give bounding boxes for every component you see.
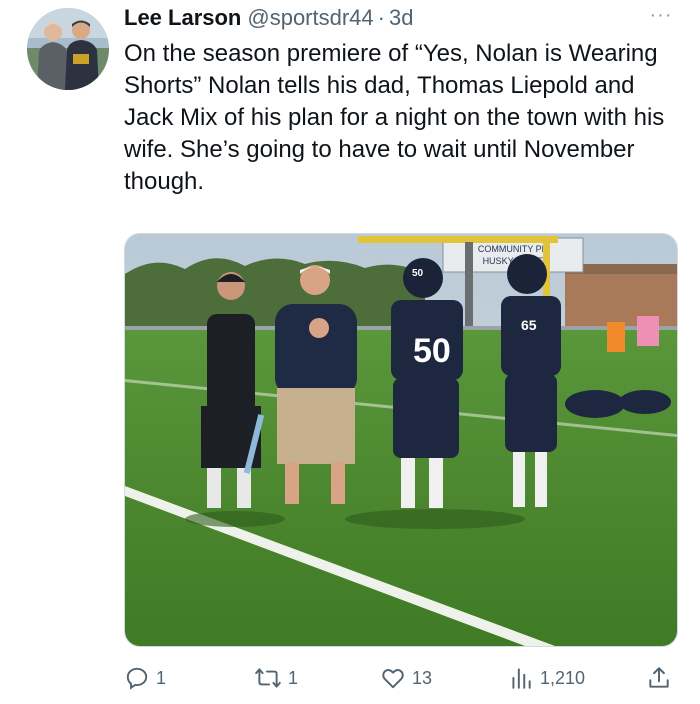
reply-count: 1: [156, 667, 167, 688]
heart-icon: [382, 669, 404, 689]
author-name[interactable]: Lee Larson: [124, 4, 241, 32]
separator-dot: ·: [377, 5, 385, 30]
repost-icon: [255, 668, 281, 688]
views-chart-icon: [512, 668, 531, 689]
repost-button[interactable]: 1: [254, 660, 298, 696]
helmet-number: 50: [412, 268, 424, 279]
tweet-text: On the season premiere of “Yes, Nolan is…: [124, 40, 665, 195]
share-button[interactable]: [646, 660, 678, 696]
views-button[interactable]: 1,210: [508, 660, 585, 696]
tweet-actions: 1 1 13 1,210: [124, 660, 676, 696]
views-count: 1,210: [540, 667, 586, 688]
like-count: 13: [412, 667, 433, 688]
jersey-number-65: 65: [521, 317, 537, 333]
sign-text-1: COMMUNITY PR: [478, 244, 549, 254]
reply-icon: [126, 667, 148, 690]
author-handle[interactable]: @sportsdr44: [247, 4, 373, 32]
repost-count: 1: [288, 667, 299, 688]
author-avatar[interactable]: [27, 8, 109, 90]
jersey-number-50: 50: [413, 332, 451, 370]
tweet-photo[interactable]: COMMUNITY PR HUSKY PRIDE: [124, 233, 678, 647]
share-icon: [649, 667, 669, 688]
reply-button[interactable]: 1: [124, 660, 166, 696]
timestamp[interactable]: 3d: [389, 4, 413, 32]
like-button[interactable]: 13: [380, 660, 432, 696]
tweet-header: Lee Larson @sportsdr44 · 3d: [124, 4, 413, 32]
more-options-icon[interactable]: ···: [644, 5, 678, 30]
